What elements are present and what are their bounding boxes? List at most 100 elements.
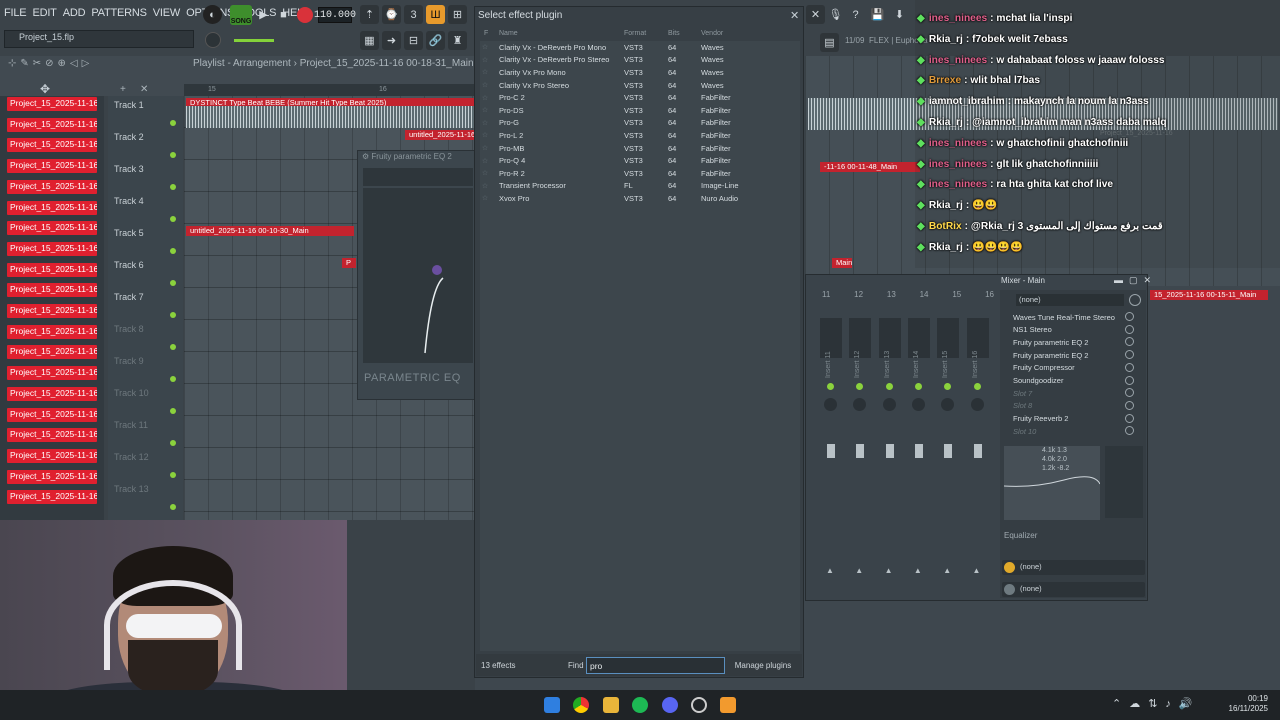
pattern-item[interactable]: Project_15_2025-11-16...	[7, 448, 97, 463]
mixer-fx-slot[interactable]: Fruity parametric EQ 2	[1006, 336, 1122, 348]
slot-enable-icon[interactable]	[1125, 324, 1134, 334]
plugin-row[interactable]: ☆ Clarity Vx - DeReverb Pro Mono VST3 64 Wav…	[480, 41, 800, 54]
menu-patterns[interactable]: PATTERNS	[91, 7, 147, 19]
route-arrow-icon[interactable]: ▲	[826, 566, 834, 575]
system-clock[interactable]: 00:19 16/11/2025	[1220, 694, 1268, 714]
timeline-ruler[interactable]: 15 16	[184, 84, 475, 96]
manage-plugins-button[interactable]: Manage plugins	[728, 657, 798, 674]
find-input[interactable]	[586, 657, 725, 674]
mixer-output-1[interactable]: (none)	[1002, 560, 1145, 575]
route-arrow-icon[interactable]: ▲	[973, 566, 981, 575]
plugin-row[interactable]: ☆ Clarity Vx Pro Mono VST3 64 Waves	[480, 66, 800, 79]
header-format[interactable]: Format	[624, 30, 646, 37]
mixer-fx-slot[interactable]: Waves Tune Real-Time Stereo	[1006, 311, 1122, 323]
slot-enable-icon[interactable]	[1125, 413, 1134, 423]
clip-right[interactable]: 15_2025-11-16 00-15-11_Main	[1150, 290, 1268, 300]
favorite-star-icon[interactable]: ☆	[480, 182, 490, 190]
channel-rack-icon[interactable]: ▦	[360, 31, 379, 50]
mixer-window-controls-icon[interactable]: ▬▢✕	[1114, 275, 1157, 286]
favorite-star-icon[interactable]: ☆	[480, 81, 490, 89]
mixer-fx-slot[interactable]: NS1 Stereo	[1006, 324, 1122, 336]
track-mute-led[interactable]	[170, 248, 176, 254]
pattern-item[interactable]: Project_15_2025-11-16...	[7, 345, 97, 360]
pattern-item[interactable]: Project_15_2025-11-16...	[7, 97, 97, 111]
master-volume-knob[interactable]	[205, 32, 221, 48]
pan-knob[interactable]	[882, 398, 896, 411]
mixer-led[interactable]	[973, 383, 981, 390]
metronome-icon[interactable]: ⇡	[360, 5, 379, 24]
master-pitch-slider[interactable]	[234, 39, 274, 42]
add-track-icon[interactable]: +	[120, 84, 126, 95]
favorite-star-icon[interactable]: ☆	[480, 131, 490, 139]
volume-fader[interactable]	[914, 444, 923, 458]
menu-edit[interactable]: EDIT	[32, 7, 56, 19]
mixer-fx-slot[interactable]: Slot 10	[1006, 425, 1122, 437]
route-arrow-icon[interactable]: ▲	[855, 566, 863, 575]
pattern-item[interactable]: Project_15_2025-11-16...	[7, 407, 97, 422]
mixer-output-2[interactable]: (none)	[1002, 582, 1145, 597]
track-header[interactable]: Track 8	[114, 324, 144, 334]
menu-view[interactable]: VIEW	[153, 7, 181, 19]
pattern-item[interactable]: Project_15_2025-11-16...	[7, 490, 97, 505]
mixer-led[interactable]	[827, 383, 834, 390]
clip-track6[interactable]: P	[342, 258, 356, 268]
favorite-star-icon[interactable]: ☆	[480, 157, 490, 165]
volume-fader[interactable]	[973, 444, 982, 458]
track-mute-led[interactable]	[170, 440, 176, 446]
pattern-item[interactable]: Project_15_2025-11-16...	[7, 386, 97, 401]
favorite-star-icon[interactable]: ☆	[480, 106, 490, 114]
favorite-star-icon[interactable]: ☆	[480, 56, 490, 64]
plugin-row[interactable]: ☆ Clarity Vx Pro Stereo VST3 64 Waves	[480, 79, 800, 92]
route-arrow-icon[interactable]: ▲	[885, 566, 893, 575]
step-edit-icon[interactable]: Ш	[426, 5, 445, 24]
microphone-icon[interactable]: 🎙	[826, 5, 845, 24]
countdown-icon[interactable]: 3	[404, 5, 423, 24]
track-mute-led[interactable]	[170, 344, 176, 350]
file-explorer-icon[interactable]	[603, 697, 619, 713]
pattern-item[interactable]: Project_15_2025-11-16...	[7, 138, 97, 153]
mixer-led[interactable]	[885, 383, 893, 390]
volume-fader[interactable]	[944, 444, 953, 458]
track-header[interactable]: Track 3	[114, 164, 144, 174]
track-header[interactable]: Track 12	[114, 452, 149, 462]
plugin-icon[interactable]: ♜	[448, 31, 467, 50]
plugin-row[interactable]: ☆ Transient Processor FL 64 Image-Line	[480, 180, 800, 193]
track-header[interactable]: Track 11	[114, 420, 148, 430]
plugin-row[interactable]: ☆ Clarity Vx - DeReverb Pro Stereo VST3 64 W…	[480, 54, 800, 67]
track-mute-led[interactable]	[170, 280, 176, 286]
fl-studio-icon[interactable]	[720, 697, 736, 713]
menu-file[interactable]: FILE	[4, 7, 27, 19]
pan-knob[interactable]	[824, 398, 837, 411]
close-x-icon[interactable]: ✕	[806, 5, 825, 24]
pattern-item[interactable]: Project_15_2025-11-16...	[7, 428, 97, 443]
move-icon[interactable]: ✥	[40, 82, 50, 96]
track-mute-led[interactable]	[170, 184, 176, 190]
close-icon[interactable]: ✕	[790, 9, 799, 22]
route-arrow-icon[interactable]: ▲	[914, 566, 922, 575]
eq-graph[interactable]	[363, 188, 473, 363]
track-header[interactable]: Track 2	[114, 132, 144, 142]
favorite-star-icon[interactable]: ☆	[480, 194, 490, 202]
discord-icon[interactable]	[662, 697, 678, 713]
pattern-item[interactable]: Project_15_2025-11-16...	[7, 179, 97, 194]
track-mute-led[interactable]	[170, 216, 176, 222]
track-header[interactable]: Track 13	[114, 484, 149, 494]
plugin-row[interactable]: ☆ Pro-Q 4 VST3 64 FabFilter	[480, 154, 800, 167]
menu-add[interactable]: ADD	[63, 7, 86, 19]
pattern-item[interactable]: Project_15_2025-11-16...	[7, 469, 97, 484]
mixer-led[interactable]	[914, 383, 922, 390]
route-arrow-icon[interactable]: ▲	[943, 566, 951, 575]
slot-enable-icon[interactable]	[1125, 400, 1134, 410]
clip-main[interactable]: Main	[832, 258, 852, 268]
plugin-row[interactable]: ☆ Pro-C 2 VST3 64 FabFilter	[480, 91, 800, 104]
track-mute-led[interactable]	[170, 120, 176, 126]
mixer-icon[interactable]: ⊟	[404, 31, 423, 50]
start-icon[interactable]	[544, 697, 560, 713]
slot-enable-icon[interactable]	[1125, 362, 1134, 372]
mixer-fx-slot[interactable]: Fruity Compressor	[1006, 362, 1122, 374]
loop-record-icon[interactable]: ⊞	[448, 5, 467, 24]
export-icon[interactable]: ⬇	[890, 5, 909, 24]
arrow-icon[interactable]: ➜	[382, 31, 401, 50]
pattern-item[interactable]: Project_15_2025-11-16...	[7, 366, 97, 381]
volume-fader[interactable]	[885, 444, 894, 458]
